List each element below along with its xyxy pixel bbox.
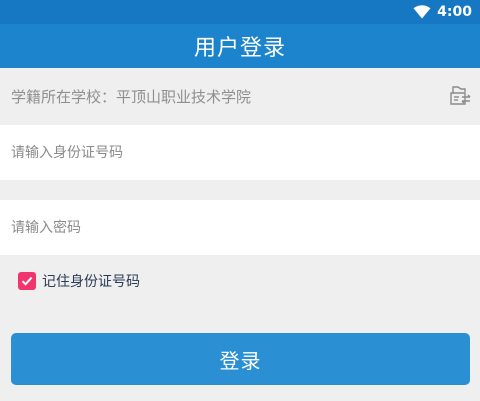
app-bar: 用户登录 bbox=[0, 24, 480, 68]
wifi-icon bbox=[413, 5, 431, 19]
school-label: 学籍所在学校： bbox=[11, 88, 117, 106]
school-name: 平顶山职业技术学院 bbox=[116, 88, 252, 106]
remember-label: 记住身份证号码 bbox=[42, 274, 140, 290]
school-row: 学籍所在学校： 平顶山职业技术学院 bbox=[0, 68, 480, 125]
status-bar: 4:00 bbox=[0, 0, 480, 24]
status-time: 4:00 bbox=[437, 4, 472, 20]
remember-id-toggle[interactable]: 记住身份证号码 bbox=[18, 270, 140, 292]
id-number-input[interactable] bbox=[0, 125, 480, 180]
password-field bbox=[0, 200, 480, 255]
password-input[interactable] bbox=[0, 200, 480, 255]
switch-school-icon[interactable] bbox=[448, 84, 472, 108]
page-title: 用户登录 bbox=[193, 36, 286, 61]
login-button[interactable]: 登录 bbox=[11, 333, 470, 385]
status-indicators: 4:00 bbox=[413, 3, 472, 21]
remember-checkbox[interactable] bbox=[18, 272, 36, 290]
id-number-field bbox=[0, 125, 480, 180]
check-icon bbox=[21, 276, 33, 286]
